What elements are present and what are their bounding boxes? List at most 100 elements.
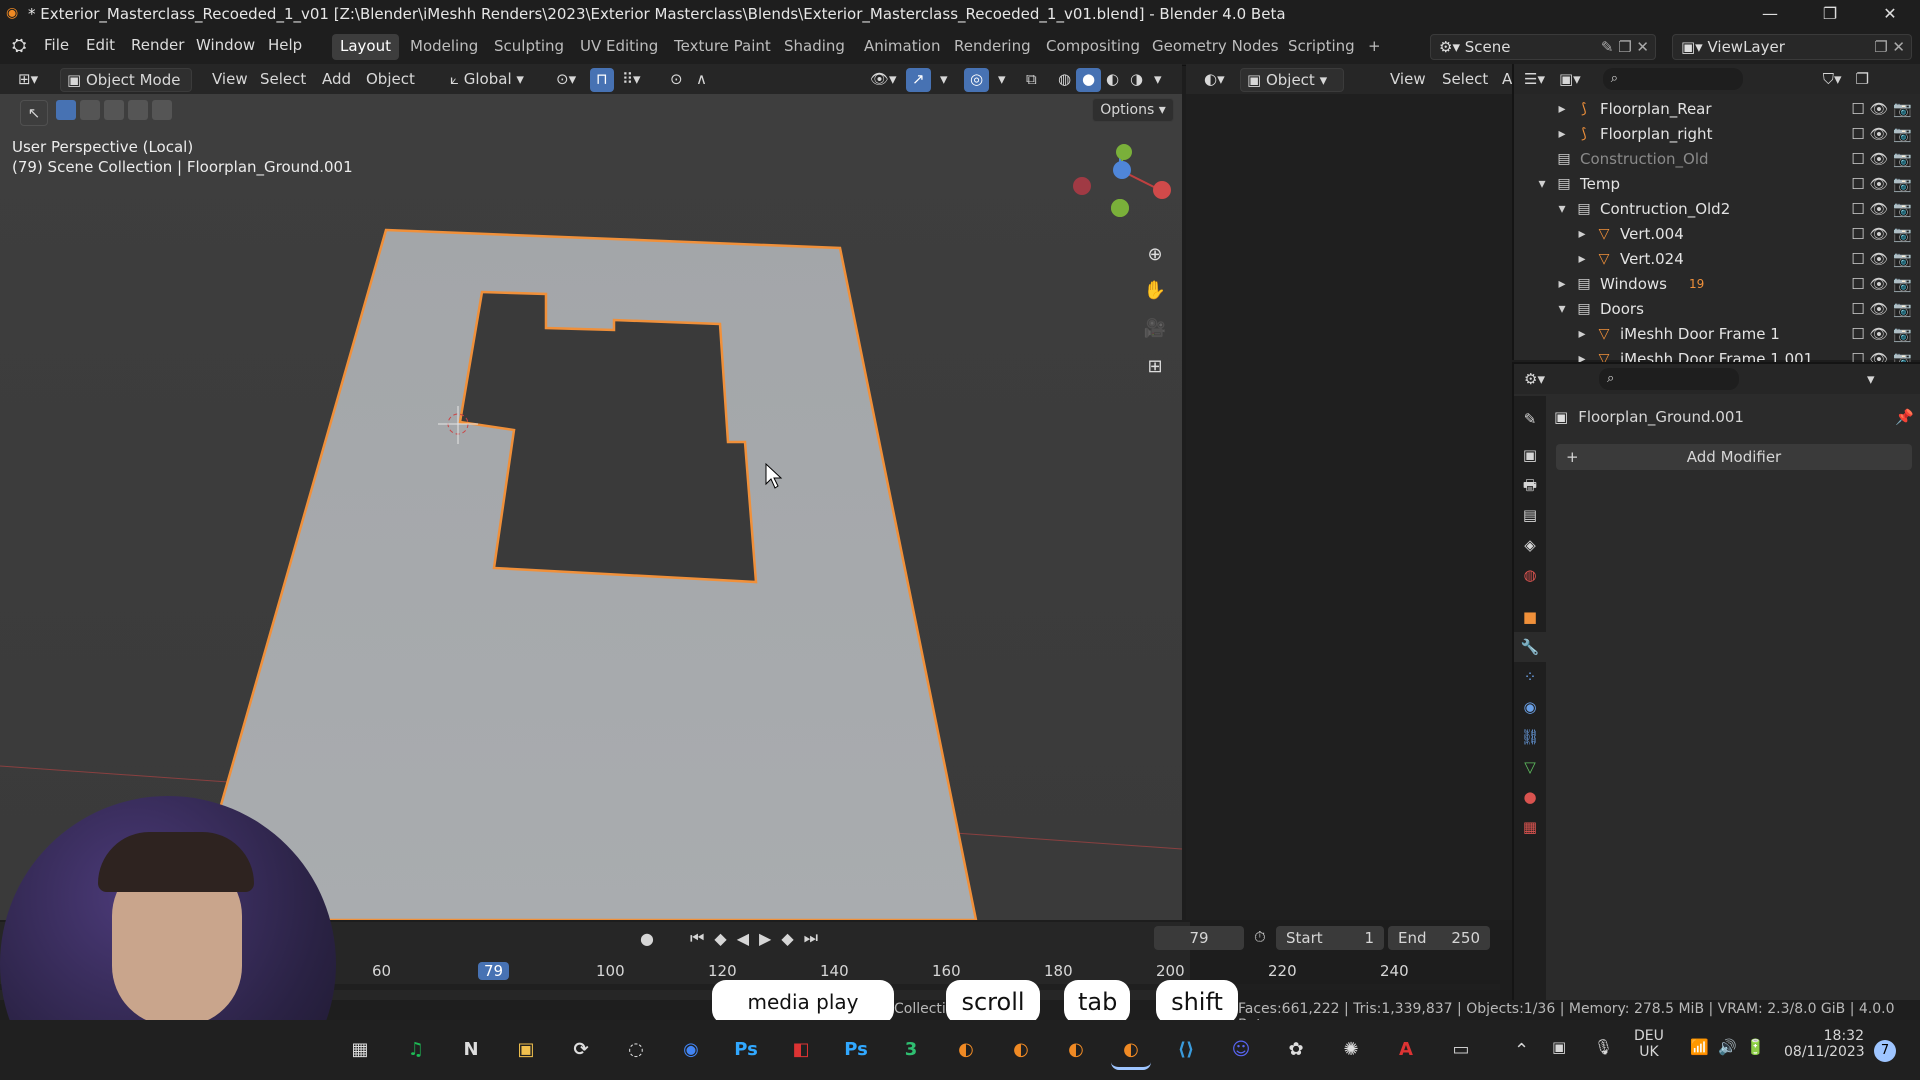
outliner-search-input[interactable]: ⌕ — [1602, 68, 1743, 90]
taskbar-app-icon[interactable]: 3 — [891, 1030, 931, 1070]
jump-start-icon[interactable]: ⏮ — [690, 928, 704, 948]
taskbar-app-icon[interactable]: N — [451, 1030, 491, 1070]
select-extend-icon[interactable] — [80, 100, 100, 120]
constraints-tab-icon[interactable]: ⛓ — [1514, 722, 1546, 752]
visibility-toggles-icon[interactable]: ☐ 👁 📷 — [1851, 150, 1912, 168]
stopwatch-icon[interactable]: ⏱ — [1254, 928, 1266, 946]
pan-hand-icon[interactable]: ✋ — [1140, 276, 1170, 306]
language-indicator[interactable]: DEU UK — [1634, 1028, 1664, 1060]
particles-tab-icon[interactable]: ⁘ — [1514, 662, 1546, 692]
scene-tab-icon[interactable]: ◈ — [1514, 530, 1546, 560]
transform-orientation-dropdown[interactable]: ⟀ Global ▾ — [444, 68, 530, 92]
taskbar-app-icon[interactable]: ⟳ — [561, 1030, 601, 1070]
visibility-toggles-icon[interactable]: ☐ 👁 📷 — [1851, 300, 1912, 318]
display-mode-icon[interactable]: ▣▾ — [1559, 70, 1581, 88]
outliner-row[interactable]: ▤ Construction_Old ☐ 👁 📷 — [1514, 146, 1920, 171]
taskbar-app-icon[interactable]: ▭ — [1441, 1030, 1481, 1070]
menu-render[interactable]: Render — [131, 36, 184, 54]
options-dropdown[interactable]: Options ▾ — [1092, 98, 1174, 122]
outliner-row[interactable]: ▸ ▽ Vert.024 ☐ 👁 📷 — [1514, 246, 1920, 271]
scene-selector[interactable]: ⚙▾ Scene ✎ ❐ ✕ — [1430, 34, 1656, 60]
viewport-menu-view[interactable]: View — [206, 68, 254, 92]
add-workspace-button[interactable]: + — [1360, 34, 1389, 60]
taskbar-app-icon[interactable]: ☺ — [1221, 1030, 1261, 1070]
visibility-toggles-icon[interactable]: ☐ 👁 📷 — [1851, 325, 1912, 343]
clock[interactable]: 18:32 08/11/2023 — [1784, 1028, 1865, 1060]
physics-tab-icon[interactable]: ◉ — [1514, 692, 1546, 722]
properties-options-icon[interactable]: ▾ — [1867, 370, 1875, 388]
outliner-row[interactable]: ▾ ▤ Temp ☐ 👁 📷 — [1514, 171, 1920, 196]
next-keyframe-icon[interactable]: ◆ — [781, 929, 793, 948]
current-frame-marker[interactable]: 79 — [478, 962, 510, 980]
outliner-row[interactable]: ▸ ▤ Windows 19 ☐ 👁 📷 — [1514, 271, 1920, 296]
properties-search-input[interactable]: ⌕ — [1598, 368, 1739, 390]
snap-target-icon[interactable]: ⠿▾ — [616, 68, 647, 92]
visibility-toggles-icon[interactable]: ☐ 👁 📷 — [1851, 175, 1912, 193]
taskbar-app-icon[interactable]: ◐ — [1001, 1030, 1041, 1070]
mode-dropdown[interactable]: ▣ Object Mode ▾ — [60, 68, 192, 107]
taskbar-app-icon[interactable]: ◉ — [671, 1030, 711, 1070]
taskbar-app-icon[interactable]: A — [1386, 1030, 1426, 1070]
wireframe-shading-icon[interactable]: ◍ — [1052, 68, 1077, 92]
expand-arrow-icon[interactable]: ▸ — [1554, 276, 1570, 292]
taskbar-app-icon[interactable]: ◌ — [616, 1030, 656, 1070]
record-icon[interactable]: ● — [640, 929, 654, 948]
visibility-toggles-icon[interactable]: ☐ 👁 📷 — [1851, 125, 1912, 143]
object-tab-icon[interactable]: ■ — [1514, 602, 1546, 632]
viewport-menu-object[interactable]: Object — [360, 68, 421, 92]
select-new-icon[interactable] — [56, 100, 76, 120]
outliner-row[interactable]: ▸ ▽ Vert.004 ☐ 👁 📷 — [1514, 221, 1920, 246]
gizmo-toggle-icon[interactable]: ↗ — [906, 68, 931, 92]
xray-icon[interactable]: ⧉ — [1020, 68, 1043, 92]
world-tab-icon[interactable]: ◍ — [1514, 560, 1546, 590]
outliner-row[interactable]: ▾ ▤ Contruction_Old2 ☐ 👁 📷 — [1514, 196, 1920, 221]
taskbar-app-icon[interactable]: ◧ — [781, 1030, 821, 1070]
select-intersect-icon[interactable] — [152, 100, 172, 120]
minimize-button[interactable]: — — [1740, 0, 1800, 28]
view-layer-tab-icon[interactable]: ▤ — [1514, 500, 1546, 530]
select-subtract-icon[interactable] — [104, 100, 124, 120]
secondary-editor-area[interactable] — [1186, 94, 1512, 920]
play-reverse-icon[interactable]: ◀ — [737, 929, 749, 948]
outliner-row[interactable]: ▾ ▤ Doors ☐ 👁 📷 — [1514, 296, 1920, 321]
visibility-icon[interactable]: 👁▾ — [864, 68, 903, 92]
select-tool-icon[interactable]: ↖ — [20, 100, 48, 126]
falloff-icon[interactable]: ∧ — [690, 68, 713, 92]
visibility-toggles-icon[interactable]: ☐ 👁 📷 — [1851, 275, 1912, 293]
tab-layout[interactable]: Layout — [332, 34, 399, 60]
tray-chevron-icon[interactable]: ⌃ — [1514, 1040, 1529, 1061]
expand-arrow-icon[interactable]: ▸ — [1574, 226, 1590, 242]
taskbar-app-icon[interactable]: ▦ — [340, 1030, 380, 1070]
taskbar-app-icon[interactable]: ⟨⟩ — [1166, 1030, 1206, 1070]
tab-shading[interactable]: Shading — [776, 34, 853, 60]
render-tab-icon[interactable]: ▣ — [1514, 440, 1546, 470]
secondary-menu-view[interactable]: View — [1384, 68, 1432, 92]
taskbar-app-icon[interactable]: ✺ — [1331, 1030, 1371, 1070]
snap-toggle-icon[interactable]: ⊓ — [590, 68, 614, 92]
start-frame-field[interactable]: Start 1 — [1276, 926, 1384, 950]
microphone-icon[interactable]: 🎙 — [1594, 1038, 1613, 1056]
visibility-toggles-icon[interactable]: ☐ 👁 📷 — [1851, 100, 1912, 118]
tab-scripting[interactable]: Scripting — [1280, 34, 1363, 60]
visibility-toggles-icon[interactable]: ☐ 👁 📷 — [1851, 250, 1912, 268]
viewport-menu-select[interactable]: Select — [254, 68, 312, 92]
ortho-grid-icon[interactable]: ⊞ — [1140, 352, 1170, 382]
camera-view-icon[interactable]: 🎥 — [1140, 314, 1170, 344]
tray-app-icon[interactable]: ▣ — [1552, 1038, 1566, 1056]
modifier-tab-icon[interactable]: 🔧 — [1514, 632, 1546, 662]
taskbar-app-icon[interactable]: ✿ — [1276, 1030, 1316, 1070]
tab-rendering[interactable]: Rendering — [946, 34, 1039, 60]
notification-badge[interactable]: 7 — [1874, 1040, 1896, 1062]
gizmo-menu-icon[interactable]: ▾ — [934, 68, 954, 92]
pin-properties-icon[interactable]: 📌 — [1895, 408, 1914, 426]
expand-arrow-icon[interactable]: ▾ — [1554, 301, 1570, 317]
texture-tab-icon[interactable]: ▦ — [1514, 812, 1546, 842]
taskbar-app-icon[interactable]: ◐ — [1056, 1030, 1096, 1070]
taskbar-app-icon[interactable]: ◐ — [946, 1030, 986, 1070]
battery-icon[interactable]: 🔋 — [1746, 1038, 1765, 1056]
expand-arrow-icon[interactable]: ▾ — [1534, 176, 1550, 192]
menu-edit[interactable]: Edit — [86, 36, 115, 54]
secondary-object-dropdown[interactable]: ▣ Object ▾ — [1240, 68, 1344, 92]
visibility-toggles-icon[interactable]: ☐ 👁 📷 — [1851, 200, 1912, 218]
taskbar-app-icon[interactable]: ◐ — [1111, 1030, 1151, 1070]
